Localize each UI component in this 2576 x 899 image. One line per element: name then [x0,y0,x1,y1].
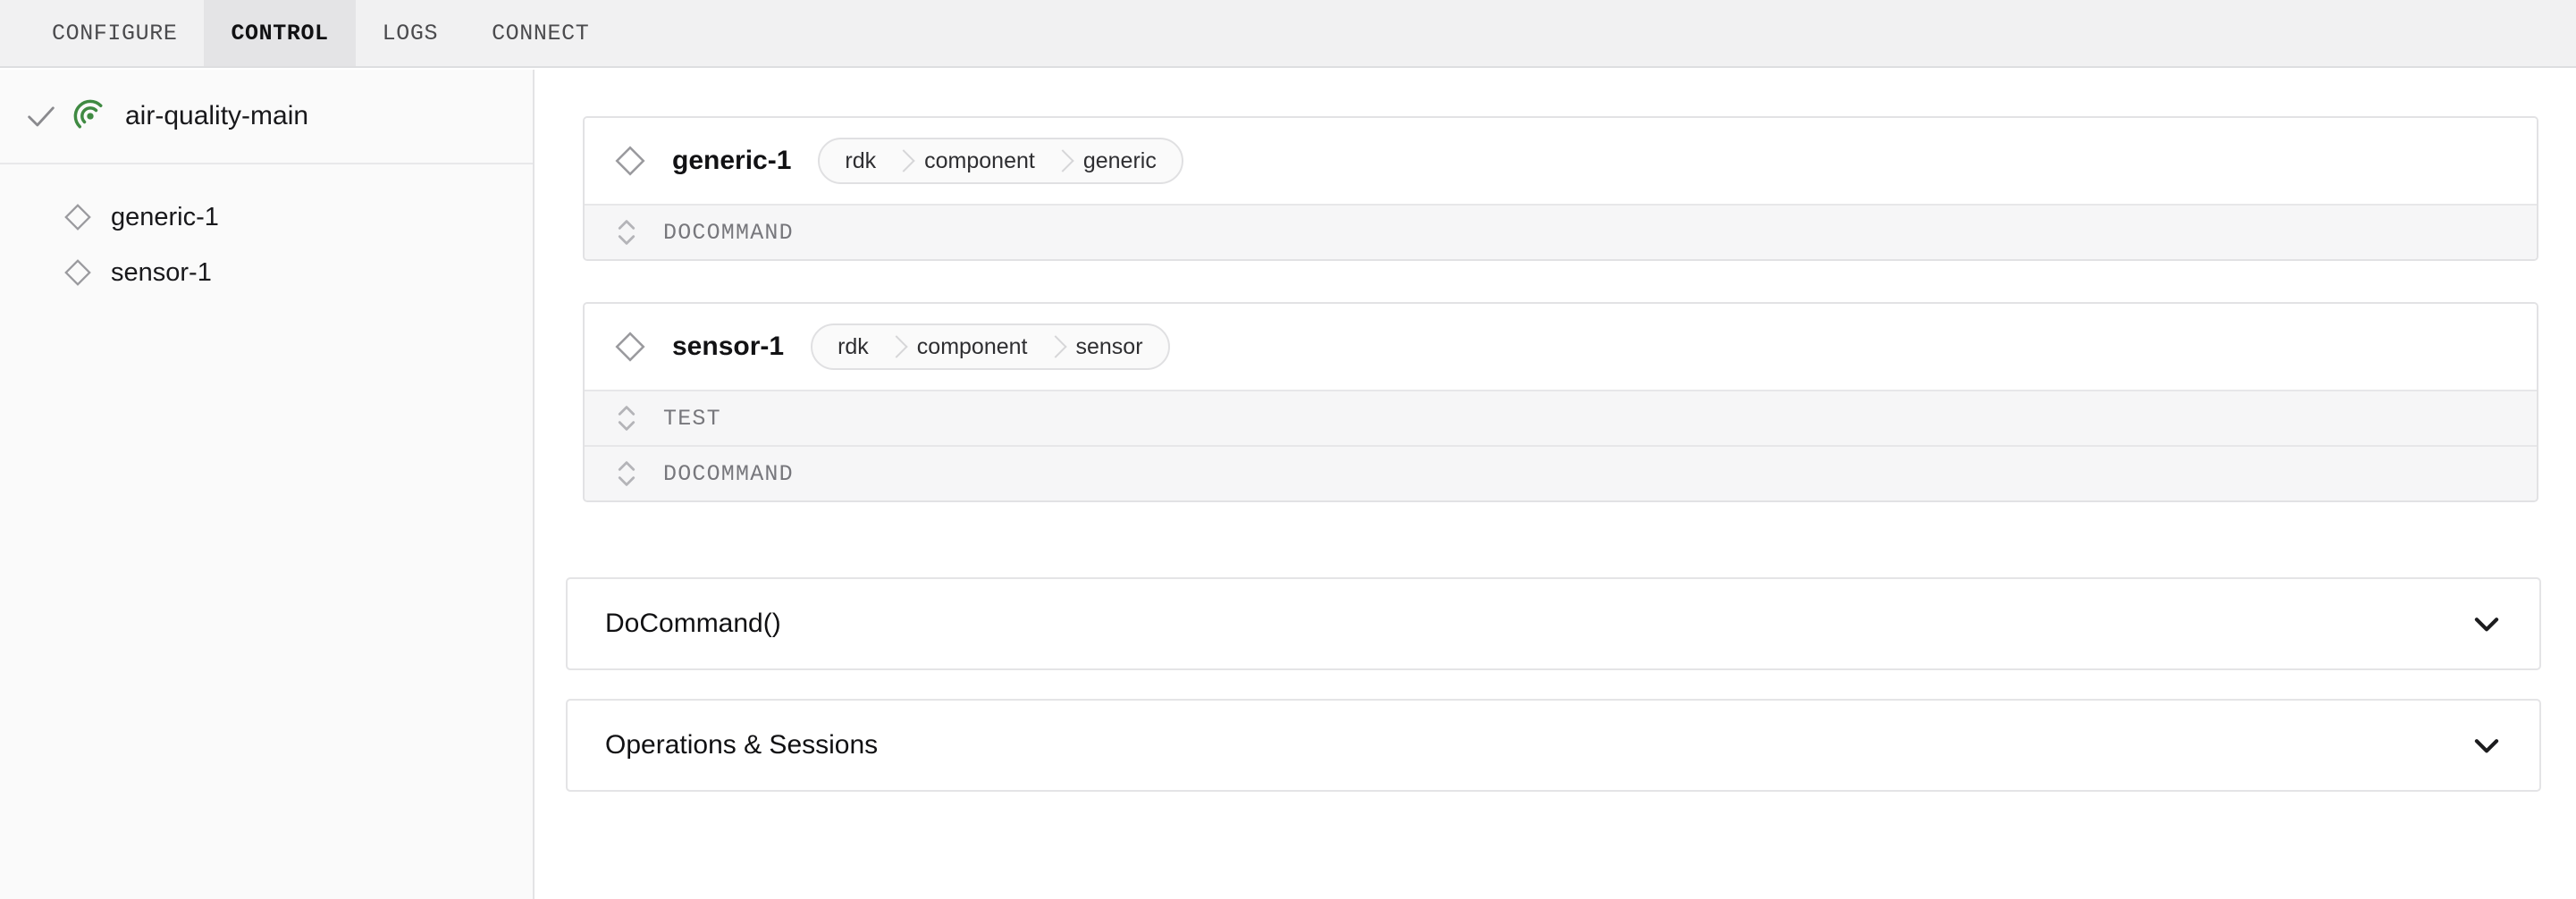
breadcrumb: rdk component generic [818,138,1183,184]
method-row-test[interactable]: TEST [585,390,2537,445]
tab-configure[interactable]: CONFIGURE [25,0,204,66]
tab-bar: CONFIGURE CONTROL LOGS CONNECT [0,0,2576,68]
machine-name: air-quality-main [125,101,309,130]
breadcrumb: rdk component sensor [811,323,1170,370]
accordion-docommand[interactable]: DoCommand() [566,577,2541,670]
chevron-down-icon[interactable] [2470,607,2504,641]
sort-updown-icon [615,217,638,248]
sidebar-item-label: generic-1 [111,202,219,231]
tab-logs[interactable]: LOGS [356,0,465,66]
sort-updown-icon [615,403,638,433]
breadcrumb-item[interactable]: sensor [1046,325,1168,368]
component-card-generic-1: generic-1 rdk component generic DOCOMMAN… [583,116,2538,261]
sidebar-item-label: sensor-1 [111,257,212,287]
main-content: generic-1 rdk component generic DOCOMMAN… [536,70,2576,899]
check-icon [23,98,59,134]
component-card-sensor-1: sensor-1 rdk component sensor TEST DOCOM… [583,302,2538,502]
accordion-operations-sessions[interactable]: Operations & Sessions [566,699,2541,792]
chevron-down-icon[interactable] [2470,728,2504,762]
radiate-icon [72,97,109,135]
tab-label: LOGS [382,20,439,46]
component-title: sensor-1 [672,332,785,361]
method-label: DOCOMMAND [663,460,794,487]
accordion-title: Operations & Sessions [605,730,879,760]
tab-label: CONTROL [231,20,329,46]
method-row-docommand[interactable]: DOCOMMAND [585,204,2537,259]
accordion-title: DoCommand() [605,609,781,638]
tab-connect[interactable]: CONNECT [465,0,616,66]
diamond-icon [613,330,647,364]
sort-updown-icon [615,458,638,489]
sidebar-component-list: generic-1 sensor-1 [0,164,533,300]
diamond-icon [613,144,647,178]
breadcrumb-item[interactable]: component [887,325,1046,368]
breadcrumb-item[interactable]: component [894,139,1053,182]
sidebar-item-machine[interactable]: air-quality-main [0,70,533,164]
method-row-docommand[interactable]: DOCOMMAND [585,445,2537,500]
component-title: generic-1 [672,146,792,175]
sidebar: air-quality-main generic-1 sensor-1 [0,70,535,899]
breadcrumb-item[interactable]: rdk [812,325,887,368]
diamond-icon [63,257,93,288]
tab-label: CONNECT [492,20,590,46]
sidebar-item-generic-1[interactable]: generic-1 [0,189,533,245]
component-card-header[interactable]: sensor-1 rdk component sensor [585,304,2537,390]
diamond-icon [63,202,93,232]
method-label: DOCOMMAND [663,219,794,246]
component-card-header[interactable]: generic-1 rdk component generic [585,118,2537,204]
tab-label: CONFIGURE [52,20,178,46]
tab-control[interactable]: CONTROL [204,0,356,66]
sidebar-item-sensor-1[interactable]: sensor-1 [0,245,533,300]
breadcrumb-item[interactable]: rdk [820,139,894,182]
breadcrumb-item[interactable]: generic [1053,139,1182,182]
method-label: TEST [663,405,721,432]
